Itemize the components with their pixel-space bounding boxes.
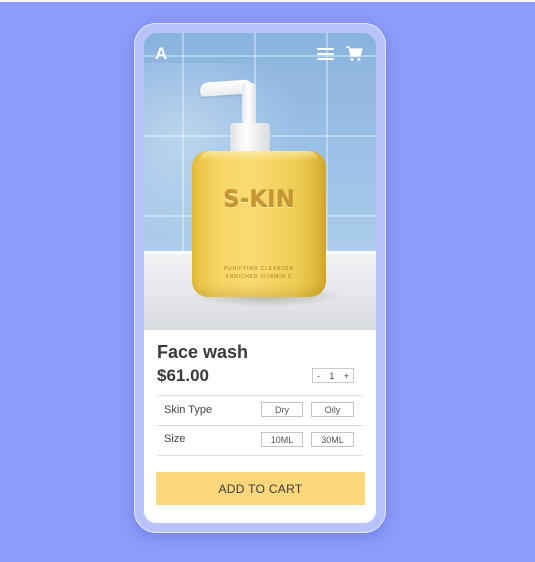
divider xyxy=(157,455,363,456)
add-to-cart-button[interactable]: ADD TO CART xyxy=(156,472,365,505)
quantity-value: 1 xyxy=(329,370,335,381)
divider xyxy=(157,425,363,426)
pump-neck xyxy=(242,83,256,125)
option-10ml-button[interactable]: 10ML xyxy=(261,432,303,447)
phone-frame: S-KIN PURIFYING CLEANSER ENRICHED VITAMI… xyxy=(134,23,386,533)
store-logo[interactable]: A xyxy=(155,44,167,64)
option-dry-button[interactable]: Dry xyxy=(261,402,303,417)
quantity-stepper[interactable]: - 1 + xyxy=(312,368,354,383)
product-hero-image: S-KIN PURIFYING CLEANSER ENRICHED VITAMI… xyxy=(144,33,376,330)
product-title: Face wash xyxy=(157,342,249,362)
bottle-shoulder xyxy=(200,151,318,161)
divider xyxy=(157,395,363,396)
option-oily-button[interactable]: Oily xyxy=(311,402,354,417)
pump-cap xyxy=(230,123,270,153)
option-30ml-button[interactable]: 30ML xyxy=(311,432,354,447)
bottle-caption-line2: ENRICHED VITAMIN C xyxy=(225,274,293,280)
phone-screen: S-KIN PURIFYING CLEANSER ENRICHED VITAMI… xyxy=(144,33,376,523)
quantity-increase-button[interactable]: + xyxy=(344,371,349,381)
bottle-caption: PURIFYING CLEANSER ENRICHED VITAMIN C xyxy=(192,265,326,281)
hamburger-menu-icon[interactable] xyxy=(317,47,334,61)
option-label-skin-type: Skin Type xyxy=(164,404,213,416)
option-label-size: Size xyxy=(164,433,186,445)
top-border xyxy=(0,0,535,2)
bottle-caption-line1: PURIFYING CLEANSER xyxy=(224,266,294,272)
bottle-brand-logo: S-KIN xyxy=(223,187,295,213)
shopping-cart-icon[interactable] xyxy=(345,45,363,63)
quantity-decrease-button[interactable]: - xyxy=(317,371,320,381)
product-price: $61.00 xyxy=(157,366,209,385)
